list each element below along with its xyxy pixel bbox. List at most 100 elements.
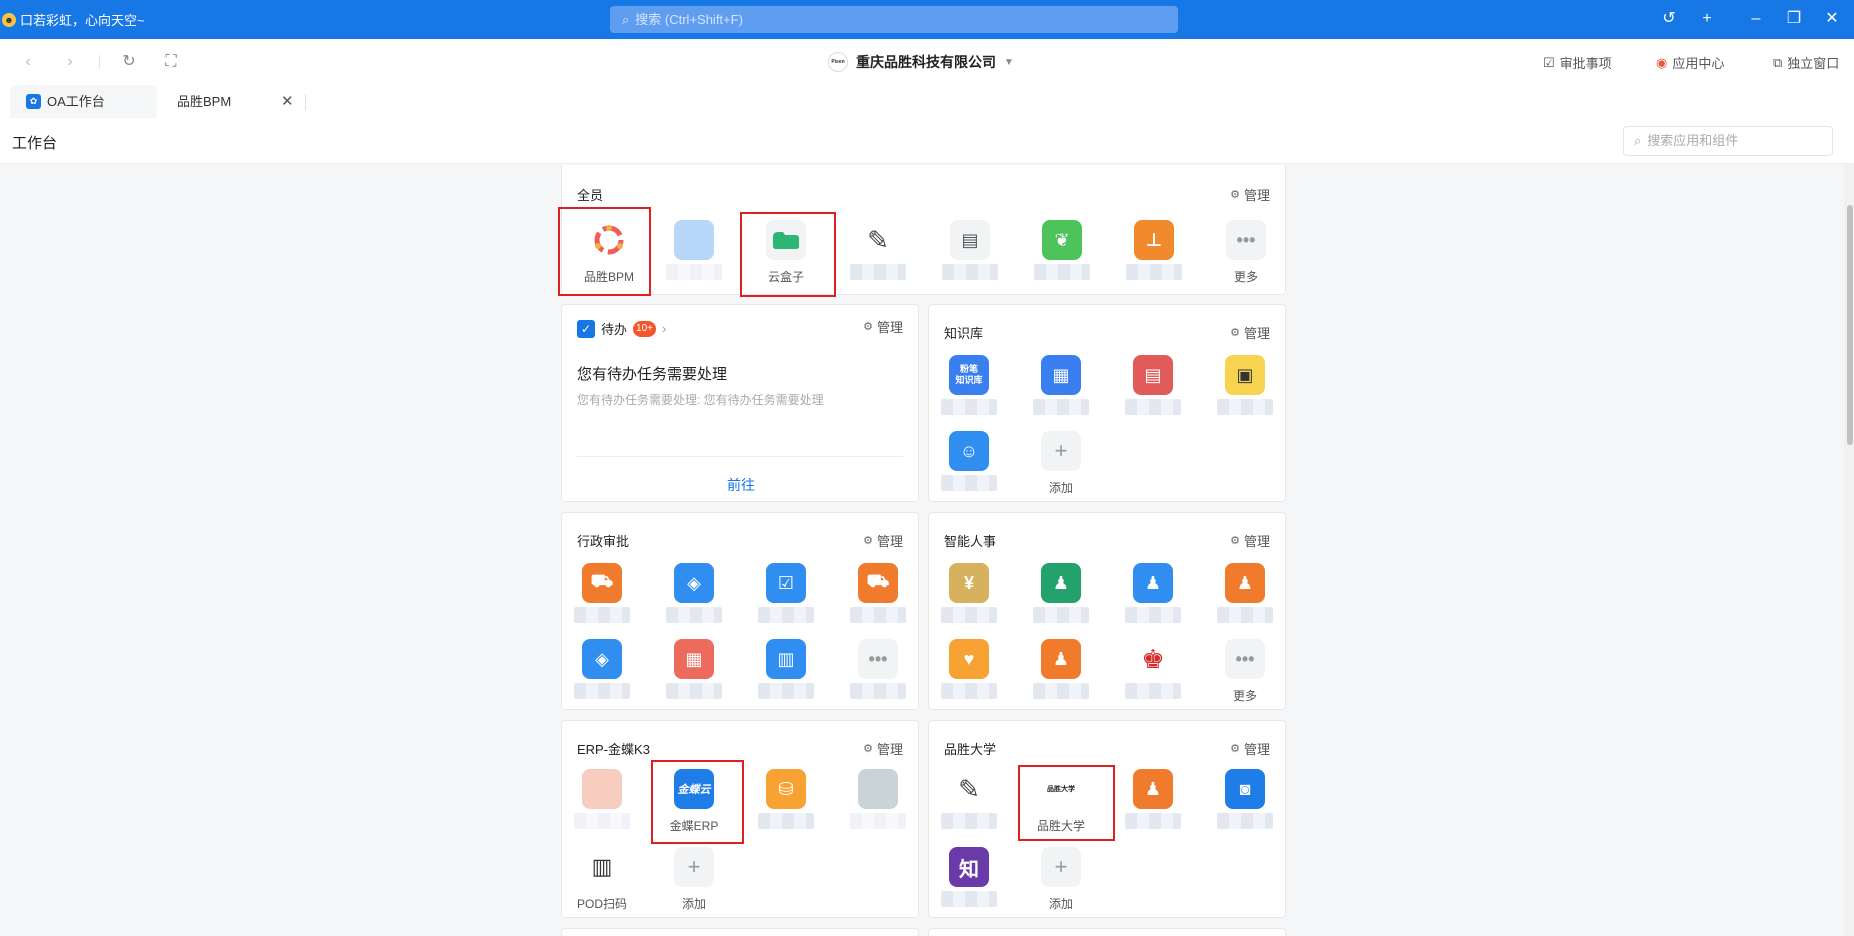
fullscreen-icon[interactable]: ⛶ [161,52,181,72]
search-icon: ⌕ [1634,133,1642,148]
card-title: 知识库 [944,326,984,341]
blurred-label [941,399,997,415]
blurred-label [850,813,906,829]
app-blurred[interactable] [572,769,632,829]
app-employee[interactable]: ♟ [1031,563,1091,623]
card-admin-approval: 行政审批 ⚙ 管理 ⛟ ◈ ☑ ⛟ ◈ ▦ ▥ ••• [561,512,919,710]
manage-button[interactable]: ⚙ 管理 [863,317,903,336]
global-search-placeholder: 搜索 (Ctrl+Shift+F) [635,12,743,27]
approval-link-label: 审批事项 [1559,56,1612,71]
manage-button[interactable]: ⚙ 管理 [1230,531,1270,550]
scrollbar-thumb[interactable] [1847,205,1853,445]
app-employee-2[interactable]: ♟ [1123,563,1183,623]
app-presentation[interactable]: ▤ [940,220,1000,280]
app-blurred[interactable] [664,220,724,280]
manage-button[interactable]: ⚙ 管理 [863,739,903,758]
manage-button[interactable]: ⚙ 管理 [1230,323,1270,342]
approval-link[interactable]: ☑ 审批事项 [1543,53,1612,72]
app-scribble[interactable]: ✎ [939,769,999,829]
close-window-icon[interactable]: ✕ [1821,8,1843,30]
manage-button[interactable]: ⚙ 管理 [863,531,903,550]
history-icon[interactable]: ↺ [1658,8,1680,30]
app-car-2[interactable]: ⛟ [848,563,908,623]
app-add[interactable]: + 添加 [1031,431,1091,495]
todo-header[interactable]: ✓ 待办 10+ › [577,319,666,338]
card-todo: ✓ 待办 10+ › ⚙ 管理 您有待办任务需要处理 您有待办任务需要处理: 您有… [561,304,919,502]
app-more[interactable]: ••• 更多 [1216,220,1276,284]
app-car[interactable]: ⛟ [572,563,632,623]
plus-icon: + [1041,431,1081,471]
feather-icon: ❦ [1042,220,1082,260]
blurred-label [850,607,906,623]
restore-icon[interactable]: ❐ [1783,8,1805,30]
app-handshake-2[interactable]: ◈ [572,639,632,699]
page-header: 工作台 ⌕ 搜索应用和组件 [0,118,1854,164]
blurred-label [666,607,722,623]
blurred-label [1033,683,1089,699]
back-icon[interactable]: ‹ [18,52,38,72]
app-stamp[interactable]: ♟ [1123,769,1183,829]
add-icon[interactable]: + [1696,8,1718,30]
app-zhi[interactable]: 知 [939,847,999,907]
close-tab-icon[interactable]: ✕ [281,85,294,118]
global-search-input[interactable]: ⌕ 搜索 (Ctrl+Shift+F) [610,6,1178,33]
app-care[interactable]: ♥ [939,639,999,699]
minimize-icon[interactable]: – [1745,8,1767,30]
status-text: 口若彩虹，心向天空~ [20,13,145,28]
app-center-link[interactable]: ◉ 应用中心 [1656,53,1724,72]
app-database-search[interactable]: ⛁ [756,769,816,829]
app-search-input[interactable]: ⌕ 搜索应用和组件 [1623,126,1833,156]
app-add[interactable]: + 添加 [664,847,724,911]
todo-heading: 您有待办任务需要处理 [577,366,728,383]
card-smart-hr: 智能人事 ⚙ 管理 ¥ ♟ ♟ ♟ ♥ ♟ ♚ ••• 更多 [928,512,1286,710]
manage-label: 管理 [1243,742,1270,757]
report-icon: ▤ [1133,355,1173,395]
app-add[interactable]: + 添加 [1031,847,1091,911]
app-warehouse[interactable]: ▥ [756,639,816,699]
app-more[interactable]: ••• 更多 [1215,639,1275,703]
app-center-link-label: 应用中心 [1672,56,1725,71]
detach-window-link[interactable]: ⧉ 独立窗口 [1773,53,1839,72]
heart-icon: ♥ [949,639,989,679]
app-feather[interactable]: ❦ [1032,220,1092,280]
app-handshake[interactable]: ◈ [664,563,724,623]
forward-icon[interactable]: › [60,52,80,72]
app-blurred-2[interactable] [848,769,908,829]
card-all-staff: 全员 ⚙ 管理 品胜BPM 云盒子 ✎ ▤ ❦ ⊥ ••• 更多 [561,165,1286,295]
manage-button[interactable]: ⚙ 管理 [1230,739,1270,758]
salary-icon: ¥ [949,563,989,603]
status-message[interactable]: ☻ 口若彩虹，心向天空~ [2,10,145,29]
app-camera-frame[interactable]: ◙ [1215,769,1275,829]
app-knowledge[interactable]: 粉笔 知识库 [939,355,999,415]
app-staff[interactable]: ♟ [1031,639,1091,699]
blurred-label [942,264,998,280]
app-scribble[interactable]: ✎ [848,220,908,280]
settings-sliders-icon: ⚙ [1230,535,1240,547]
app-stamp[interactable]: ⊥ [1124,220,1184,280]
company-switcher[interactable]: Pisen 重庆品胜科技有限公司 ▼ [828,52,1014,72]
app-docs[interactable]: ▦ [1031,355,1091,415]
clapperboard-icon: ▣ [1225,355,1265,395]
tab-oa-workbench[interactable]: ✿ OA工作台 [10,85,157,118]
app-bag[interactable]: ☑ [756,563,816,623]
card-title: 行政审批 [577,534,630,549]
blurred-label [1126,264,1182,280]
app-more[interactable]: ••• [848,639,908,699]
divider [577,456,903,457]
app-salary[interactable]: ¥ [939,563,999,623]
tab-bpm[interactable]: 品胜BPM ✕ [177,85,305,118]
detach-window-label: 独立窗口 [1787,56,1840,71]
app-calendar[interactable]: ▦ [664,639,724,699]
manage-button[interactable]: ⚙ 管理 [1230,185,1270,204]
app-video[interactable]: ▣ [1215,355,1275,415]
app-person-settings[interactable]: ♚ [1123,639,1183,699]
app-employee-3[interactable]: ♟ [1215,563,1275,623]
app-report[interactable]: ▤ [1123,355,1183,415]
blurred-label [1125,813,1181,829]
stamp-icon: ♟ [1133,769,1173,809]
app-label: 添加 [1048,897,1073,911]
refresh-icon[interactable]: ↻ [119,52,139,72]
app-robot[interactable]: ☺ [939,431,999,491]
app-pod-scan[interactable]: ▥ POD扫码 [572,847,632,911]
go-link[interactable]: 前往 [562,475,920,495]
